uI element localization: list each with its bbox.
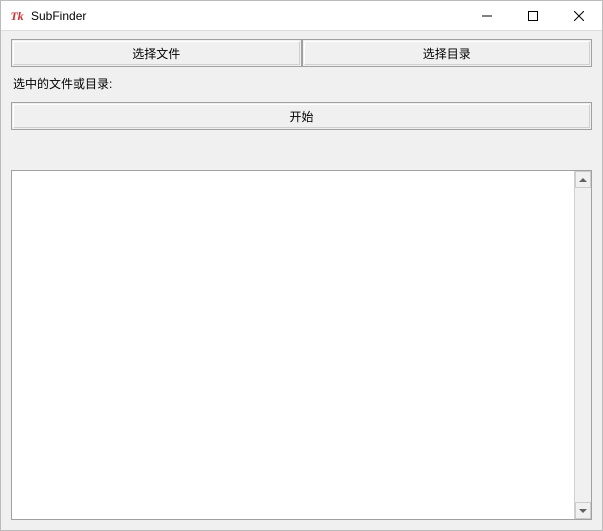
scroll-down-button[interactable] xyxy=(575,502,591,519)
select-file-button[interactable]: 选择文件 xyxy=(11,39,302,67)
window-controls xyxy=(464,1,602,30)
close-button[interactable] xyxy=(556,1,602,30)
window-title: SubFinder xyxy=(31,9,86,23)
output-panel xyxy=(11,170,592,520)
output-scrollbar[interactable] xyxy=(574,171,591,519)
scroll-up-button[interactable] xyxy=(575,171,591,188)
start-button[interactable]: 开始 xyxy=(11,102,592,130)
selected-path-label: 选中的文件或目录: xyxy=(11,67,592,96)
chevron-up-icon xyxy=(579,178,587,182)
maximize-button[interactable] xyxy=(510,1,556,30)
select-file-label: 选择文件 xyxy=(13,41,300,65)
titlebar[interactable]: Tk SubFinder xyxy=(1,1,602,31)
close-icon xyxy=(574,11,584,21)
top-button-row: 选择文件 选择目录 xyxy=(11,39,592,67)
select-dir-label: 选择目录 xyxy=(304,41,591,65)
maximize-icon xyxy=(528,11,538,21)
scroll-track[interactable] xyxy=(575,188,591,502)
minimize-icon xyxy=(482,11,492,21)
start-row: 开始 xyxy=(11,102,592,132)
app-window: Tk SubFinder xyxy=(0,0,603,531)
chevron-down-icon xyxy=(579,509,587,513)
select-dir-button[interactable]: 选择目录 xyxy=(302,39,593,67)
output-textarea[interactable] xyxy=(12,171,574,519)
tk-logo-icon: Tk xyxy=(9,8,25,24)
minimize-button[interactable] xyxy=(464,1,510,30)
client-area: 选择文件 选择目录 选中的文件或目录: 开始 xyxy=(1,31,602,530)
titlebar-left: Tk SubFinder xyxy=(1,8,464,24)
start-label: 开始 xyxy=(13,104,590,128)
spacer xyxy=(11,132,592,170)
